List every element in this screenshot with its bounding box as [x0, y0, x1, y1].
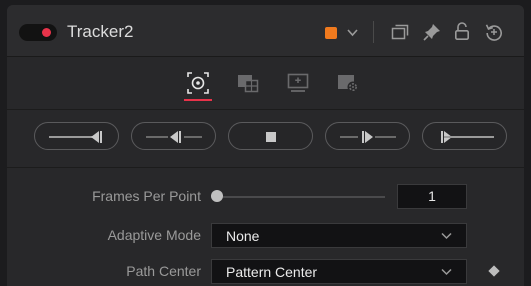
windows-icon[interactable]: [391, 24, 409, 40]
color-swatch[interactable]: [325, 27, 337, 39]
reset-icon[interactable]: [485, 23, 503, 41]
adaptive-mode-label: Adaptive Mode: [107, 227, 201, 243]
adaptive-mode-value: None: [226, 228, 260, 244]
frames-per-point-label: Frames Per Point: [92, 188, 201, 204]
chevron-down-icon: [441, 268, 452, 276]
track-reverse-icon: [146, 131, 202, 143]
track-reverse-button[interactable]: [131, 122, 216, 150]
chevron-down-icon[interactable]: [347, 28, 358, 37]
node-title: Tracker2: [67, 22, 134, 41]
frames-per-point-row: Frames Per Point 1: [7, 182, 524, 212]
keyframe-diamond-icon[interactable]: [488, 265, 500, 277]
track-forward-from-start-button[interactable]: [422, 122, 507, 150]
path-center-label: Path Center: [126, 263, 201, 279]
path-center-row: Path Center Pattern Center: [7, 257, 524, 286]
tab-display[interactable]: [280, 65, 316, 101]
adaptive-mode-dropdown[interactable]: None: [211, 223, 467, 248]
lock-icon[interactable]: [454, 22, 470, 41]
adaptive-mode-row: Adaptive Mode None: [7, 221, 524, 251]
track-forward-button[interactable]: [325, 122, 410, 150]
tracker-inspector-panel: Tracker2 Frames Per Point 1 Adaptive Mod…: [7, 5, 524, 286]
power-toggle-icon: [42, 28, 51, 37]
node-enable-toggle[interactable]: [19, 24, 57, 41]
tab-operation[interactable]: [230, 65, 266, 101]
inspector-tabs: [7, 57, 524, 110]
tab-tracks[interactable]: [180, 65, 216, 101]
tracker-controls: Frames Per Point 1 Adaptive Mode None Pa…: [7, 167, 524, 286]
header-divider: [373, 21, 374, 43]
frames-per-point-slider[interactable]: [211, 196, 385, 198]
settings-icon: [338, 75, 359, 93]
path-center-value: Pattern Center: [226, 264, 318, 280]
track-forward-from-start-icon: [441, 131, 494, 143]
operation-icon: [238, 75, 259, 93]
stop-icon: [266, 132, 276, 142]
frames-per-point-slider-handle[interactable]: [211, 190, 223, 202]
frames-per-point-input[interactable]: 1: [397, 184, 467, 209]
target-icon: [187, 72, 209, 94]
track-forward-icon: [340, 131, 396, 143]
node-header: Tracker2: [7, 5, 524, 57]
path-center-dropdown[interactable]: Pattern Center: [211, 259, 467, 284]
stop-tracking-button[interactable]: [228, 122, 313, 150]
chevron-down-icon: [441, 232, 452, 240]
track-reverse-from-end-icon: [49, 131, 102, 143]
track-reverse-from-end-button[interactable]: [34, 122, 119, 150]
display-icon: [287, 73, 309, 92]
tracking-transport: [7, 117, 524, 157]
pin-icon[interactable]: [423, 23, 441, 41]
tab-settings[interactable]: [330, 65, 366, 101]
